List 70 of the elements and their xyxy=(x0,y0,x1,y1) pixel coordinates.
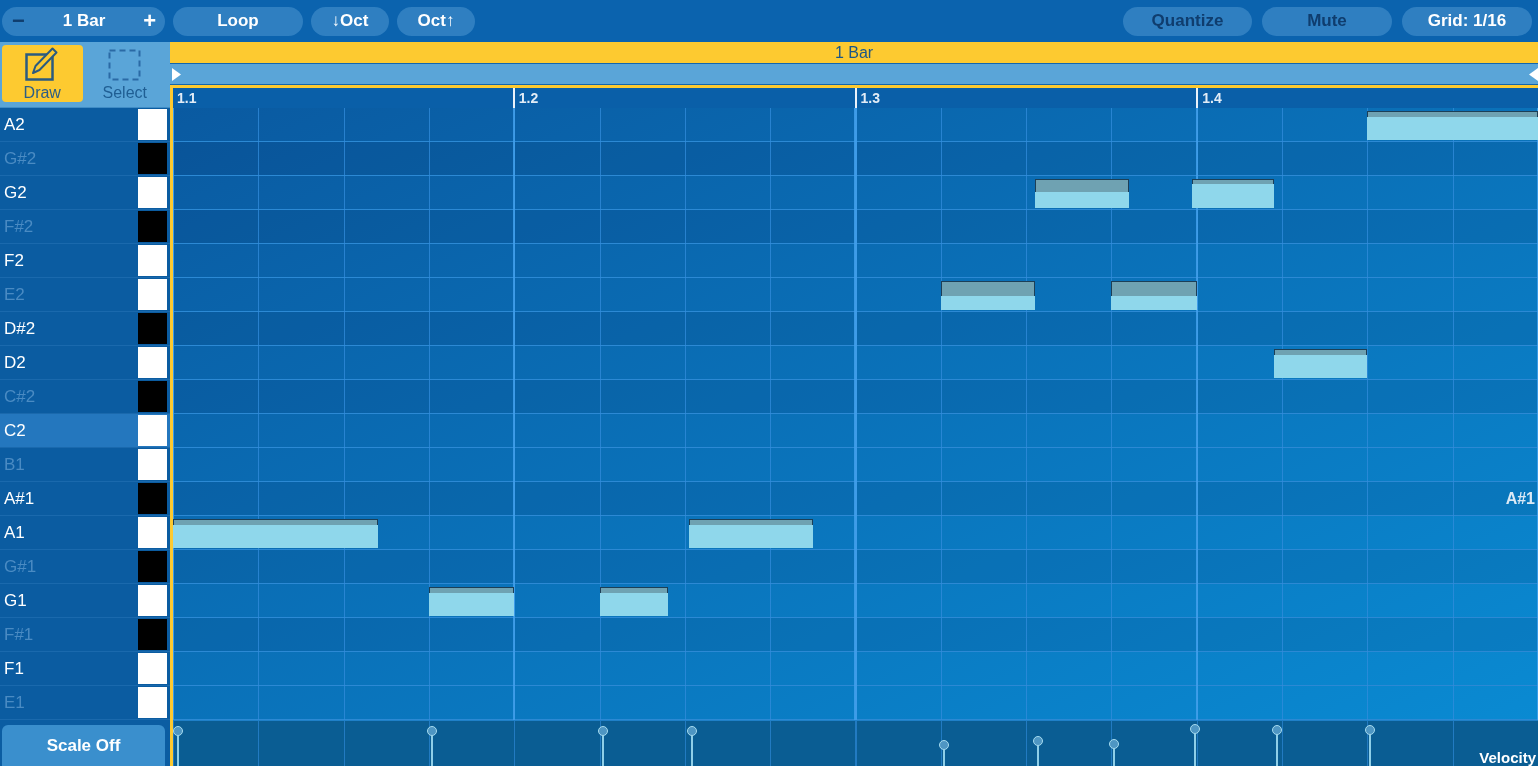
length-value: 1 Bar xyxy=(62,11,106,31)
note-label: D#2 xyxy=(4,318,37,339)
ruler-label: 1.1 xyxy=(177,90,197,106)
velocity-fill xyxy=(599,593,668,616)
note-label: D2 xyxy=(4,352,27,373)
note-label: E1 xyxy=(4,692,26,713)
note-row[interactable]: G1 xyxy=(0,584,170,618)
loop-end-marker-icon[interactable] xyxy=(1529,67,1538,81)
scale-button[interactable]: Scale Off xyxy=(2,725,165,766)
velocity-handle[interactable] xyxy=(1109,738,1120,766)
note-label: F2 xyxy=(4,250,25,271)
note-row[interactable]: D#2 xyxy=(0,312,170,346)
note-row[interactable]: A#1 xyxy=(0,482,170,516)
increment-button[interactable]: + xyxy=(143,10,156,32)
note-label: F1 xyxy=(4,658,25,679)
note-row[interactable]: F2 xyxy=(0,244,170,278)
toolbar-button[interactable]: Oct↑ xyxy=(397,6,475,36)
note-block[interactable] xyxy=(173,519,378,548)
note-row[interactable]: C2 xyxy=(0,414,170,448)
note-label: A2 xyxy=(4,114,26,135)
toolbar-button[interactable]: ↓Oct xyxy=(311,6,389,36)
region-label: 1 Bar xyxy=(834,43,874,62)
note-row[interactable]: G2 xyxy=(0,176,170,210)
pitch-label: A#1 xyxy=(1505,488,1535,509)
tool-button[interactable]: Select xyxy=(84,45,165,102)
ruler-label: 1.2 xyxy=(518,90,539,106)
note-label: C2 xyxy=(4,420,27,441)
note-block[interactable] xyxy=(1034,179,1129,208)
note-row[interactable]: A1 xyxy=(0,516,170,550)
velocity-label: Velocity xyxy=(1479,749,1536,766)
note-block[interactable] xyxy=(1111,281,1197,310)
note-label: E2 xyxy=(4,284,26,305)
note-block[interactable] xyxy=(1367,111,1538,140)
note-row[interactable]: F1 xyxy=(0,652,170,686)
note-label: F#1 xyxy=(4,624,35,645)
note-block[interactable] xyxy=(689,519,813,548)
loop-bar[interactable] xyxy=(170,63,1538,85)
toolbar-button[interactable]: Loop xyxy=(173,6,303,36)
velocity-handle[interactable] xyxy=(1271,725,1282,766)
velocity-handle[interactable] xyxy=(173,725,183,766)
note-label: A1 xyxy=(4,522,26,543)
note-label: A#1 xyxy=(4,488,36,509)
region-bar[interactable]: 1 Bar xyxy=(170,42,1538,63)
loop-start-marker-icon[interactable] xyxy=(172,67,181,81)
note-row[interactable]: A2 xyxy=(0,108,170,142)
note-label: G#2 xyxy=(4,148,38,169)
dashed-square-icon xyxy=(108,49,142,81)
ruler-label: 1.3 xyxy=(860,90,880,106)
velocity-handle[interactable] xyxy=(426,725,437,766)
velocity-handle[interactable] xyxy=(687,725,698,766)
velocity-handle[interactable] xyxy=(1032,736,1043,766)
toolbar-button[interactable]: Grid: 1/16 xyxy=(1402,6,1532,36)
velocity-handle[interactable] xyxy=(1190,723,1201,766)
tool-button[interactable]: Draw xyxy=(2,45,83,102)
note-label: F#2 xyxy=(4,216,35,237)
note-row[interactable]: D2 xyxy=(0,346,170,380)
velocity-handle[interactable] xyxy=(938,739,949,766)
note-block[interactable] xyxy=(940,281,1035,310)
note-block[interactable] xyxy=(1273,349,1368,378)
ruler-label: 1.4 xyxy=(1202,90,1222,106)
note-label: G2 xyxy=(4,182,28,203)
note-label: B1 xyxy=(4,454,26,475)
note-label: G#1 xyxy=(4,556,38,577)
velocity-handle[interactable] xyxy=(1365,725,1376,766)
note-label: G1 xyxy=(4,590,28,611)
note-block[interactable] xyxy=(428,587,515,616)
note-block[interactable] xyxy=(599,587,668,616)
velocity-handle[interactable] xyxy=(597,725,608,766)
note-label: C#2 xyxy=(4,386,37,407)
pencil-square-icon xyxy=(25,45,60,81)
